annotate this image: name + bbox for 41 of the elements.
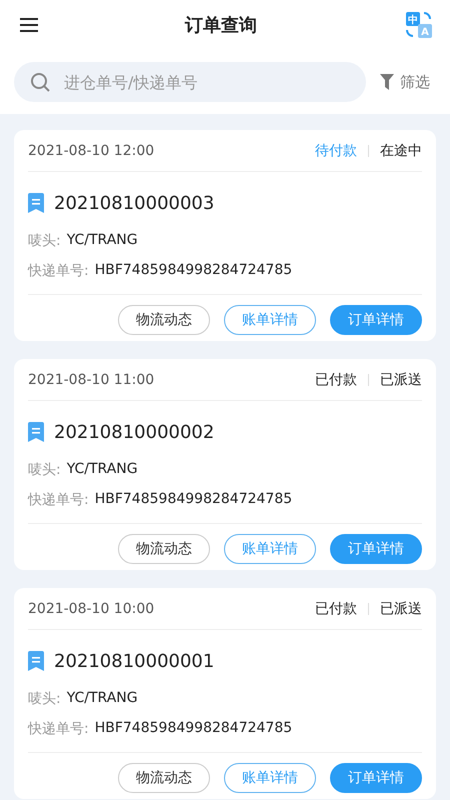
action-button[interactable]: 物流动态 xyxy=(118,763,210,793)
order-number: 20210810000003 xyxy=(54,192,214,214)
payment-status: 待付款 xyxy=(315,142,357,160)
action-button[interactable]: 订单详情 xyxy=(330,534,422,564)
order-time: 2021-08-10 11:00 xyxy=(28,372,154,388)
shipping-status: 在途中 xyxy=(380,142,422,160)
action-button[interactable]: 物流动态 xyxy=(118,305,210,335)
funnel-icon xyxy=(380,74,394,90)
page-title: 订单查询 xyxy=(185,14,257,37)
filter-button[interactable]: 筛选 xyxy=(380,72,430,92)
action-button[interactable]: 账单详情 xyxy=(224,763,316,793)
field-value: YC/TRANG xyxy=(66,232,138,250)
field-value: HBF7485984998284724785 xyxy=(94,262,292,280)
shipping-status: 已派送 xyxy=(380,600,422,618)
field-label: 唛头: xyxy=(28,461,61,479)
action-button[interactable]: 订单详情 xyxy=(330,763,422,793)
bookmark-icon xyxy=(28,422,44,442)
field-value: HBF7485984998284724785 xyxy=(94,720,292,738)
shipping-status: 已派送 xyxy=(380,370,422,388)
menu-icon[interactable] xyxy=(20,18,38,32)
bookmark-icon xyxy=(28,193,44,213)
field-label: 快递单号: xyxy=(28,491,89,509)
field-value: YC/TRANG xyxy=(66,690,138,708)
bookmark-icon xyxy=(28,651,44,671)
order-time: 2021-08-10 12:00 xyxy=(28,142,154,158)
action-button[interactable]: 账单详情 xyxy=(224,305,316,335)
action-button[interactable]: 账单详情 xyxy=(224,534,316,564)
payment-status: 已付款 xyxy=(315,600,357,618)
field-label: 唛头: xyxy=(28,232,61,250)
field-value: HBF7485984998284724785 xyxy=(94,491,292,509)
search-field[interactable]: 进仓单号/快递单号 xyxy=(14,62,366,102)
order-number: 20210810000001 xyxy=(54,650,214,672)
order-time: 2021-08-10 10:00 xyxy=(28,600,154,616)
payment-status: 已付款 xyxy=(315,370,357,388)
action-button[interactable]: 物流动态 xyxy=(118,534,210,564)
field-label: 快递单号: xyxy=(28,262,89,280)
field-label: 快递单号: xyxy=(28,720,89,738)
field-value: YC/TRANG xyxy=(66,461,138,479)
action-button[interactable]: 订单详情 xyxy=(330,305,422,335)
order-number: 20210810000002 xyxy=(54,422,214,442)
field-label: 唛头: xyxy=(28,690,61,708)
